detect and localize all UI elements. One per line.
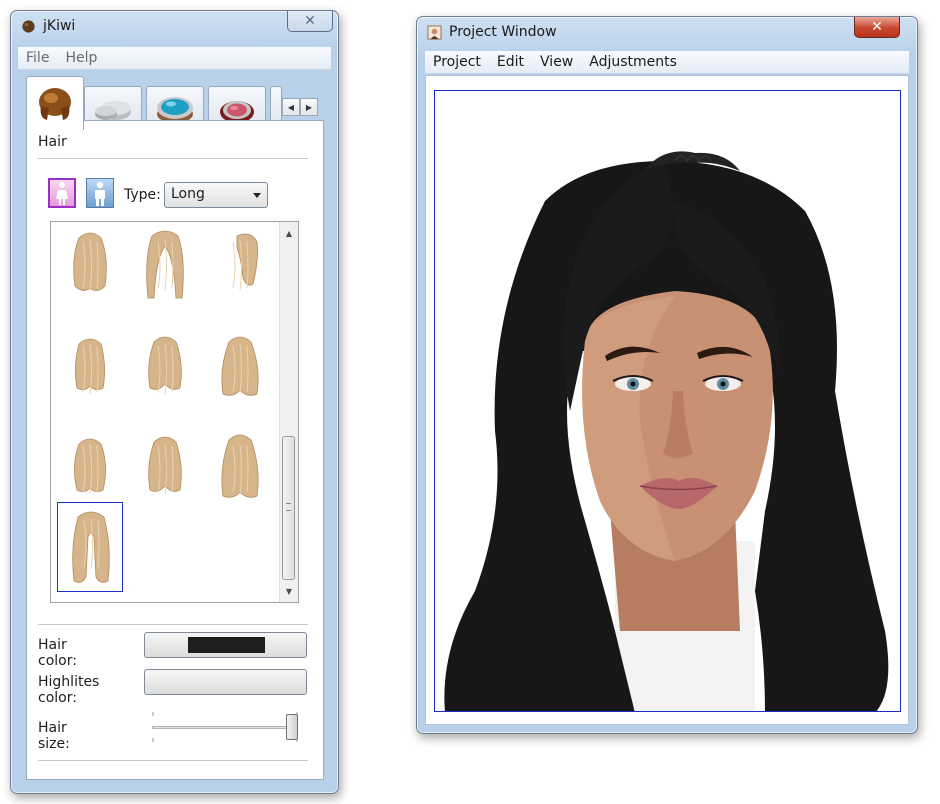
gallery-divider (38, 624, 308, 625)
menu-project[interactable]: Project (425, 54, 489, 70)
triangle-up-icon: ▲ (285, 228, 293, 238)
jkiwi-titlebar[interactable]: jKiwi ✕ (11, 11, 338, 41)
hairstyle-thumbnail-icon (232, 233, 258, 291)
hair-size-label: Hair size: (38, 720, 70, 752)
triangle-down-icon: ▼ (285, 586, 293, 596)
gallery-scrollbar[interactable]: ▲ ▼ (279, 222, 298, 602)
type-dropdown[interactable]: Long (164, 182, 268, 208)
hairstyle-thumbnail-icon (146, 230, 184, 299)
bottom-divider (38, 760, 308, 761)
tab-scroll-arrows: ◀ ▶ (282, 98, 318, 116)
project-title: Project Window (449, 24, 557, 40)
section-divider (38, 158, 308, 159)
highlights-color-label: Highlites color: (38, 674, 100, 706)
hairstyle-item[interactable] (57, 328, 123, 418)
menu-help[interactable]: Help (57, 50, 105, 66)
hair-size-slider-thumb[interactable] (286, 714, 298, 740)
foundation-tab-icon (95, 100, 131, 120)
scroll-up-button[interactable]: ▲ (280, 224, 298, 242)
hairstyle-thumbnail-icon (221, 434, 259, 498)
hairstyle-item[interactable] (57, 224, 123, 314)
portrait-canvas[interactable] (434, 90, 901, 712)
jkiwi-title: jKiwi (43, 18, 76, 34)
jkiwi-close-button[interactable]: ✕ (287, 11, 333, 32)
portrait-app-icon (427, 25, 442, 40)
tab-scroll-right-button[interactable]: ▶ (300, 98, 318, 116)
scroll-down-button[interactable]: ▼ (280, 582, 298, 600)
scroll-thumb[interactable] (282, 436, 295, 580)
hairstyle-item[interactable] (207, 328, 273, 418)
jkiwi-menubar: File Help (18, 47, 331, 70)
close-icon: ✕ (304, 13, 316, 29)
triangle-left-icon: ◀ (287, 102, 295, 112)
canvas-area (425, 75, 909, 725)
hair-tab-icon (39, 87, 71, 120)
project-menubar: Project Edit View Adjustments (425, 51, 909, 74)
hairstyle-item[interactable] (132, 328, 198, 418)
menu-view[interactable]: View (532, 54, 581, 70)
project-window: Project Window ✕ Project Edit View Adjus… (416, 16, 918, 734)
portrait-preview-image (444, 151, 889, 711)
grip-icon (286, 503, 291, 511)
hair-color-swatch (188, 637, 265, 653)
male-button[interactable] (86, 178, 114, 208)
hair-color-button[interactable] (144, 632, 307, 658)
highlights-color-button[interactable] (144, 669, 307, 695)
menu-file[interactable]: File (18, 50, 57, 66)
hairstyle-thumbnail-icon (72, 511, 110, 583)
close-icon: ✕ (871, 19, 883, 35)
project-close-button[interactable]: ✕ (854, 17, 900, 38)
hairstyle-thumbnail-icon (148, 336, 182, 395)
hairstyle-thumbnail-icon (75, 338, 105, 395)
hairstyle-thumbnail-icon (73, 232, 107, 291)
section-title: Hair (38, 134, 67, 150)
hair-size-slider[interactable] (152, 726, 298, 729)
hairstyle-item[interactable] (207, 224, 273, 314)
female-button[interactable] (48, 178, 76, 208)
tab-scroll-left-button[interactable]: ◀ (282, 98, 300, 116)
female-icon (56, 182, 68, 205)
hairstyle-thumbnail-icon (148, 436, 182, 495)
hairstyle-item[interactable] (132, 428, 198, 518)
type-label: Type: (124, 187, 161, 203)
tab-hair[interactable] (26, 76, 84, 130)
hairstyle-item[interactable] (57, 502, 123, 592)
male-icon (95, 181, 105, 206)
hair-color-label: Hair color: (38, 637, 77, 669)
type-value: Long (171, 186, 205, 202)
hairstyle-item[interactable] (132, 224, 198, 314)
triangle-right-icon: ▶ (305, 102, 313, 112)
menu-edit[interactable]: Edit (489, 54, 532, 70)
dropdown-arrow-icon (253, 193, 261, 198)
hairstyle-thumbnail-icon (221, 336, 259, 396)
hairstyle-gallery: ▲ ▼ (50, 221, 299, 603)
menu-adjustments[interactable]: Adjustments (581, 54, 685, 70)
project-titlebar[interactable]: Project Window ✕ (417, 17, 917, 47)
hairstyle-item[interactable] (207, 428, 273, 518)
kiwi-app-icon (22, 20, 35, 33)
